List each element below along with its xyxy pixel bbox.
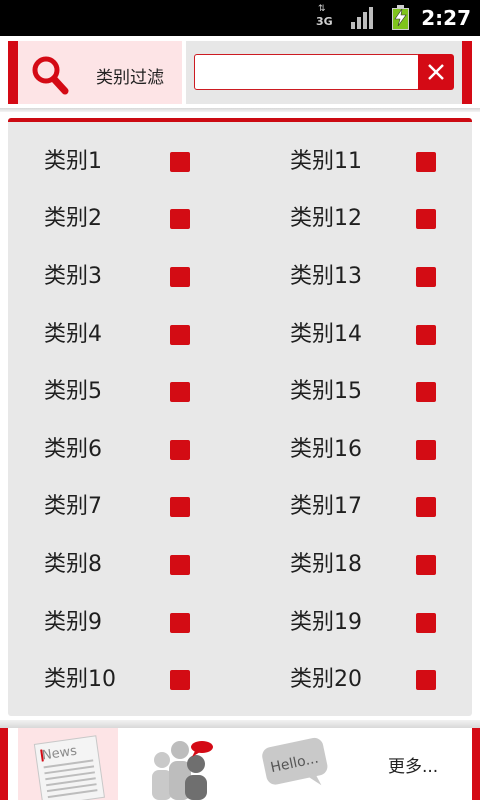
category-item[interactable]: 类别15: [290, 376, 480, 408]
nav-accent-left: [0, 728, 8, 800]
category-item[interactable]: 类别6: [44, 434, 244, 466]
category-label: 类别12: [290, 206, 362, 231]
category-label: 类别20: [290, 667, 362, 692]
category-label: 类别7: [44, 494, 102, 519]
category-checkbox[interactable]: [416, 497, 436, 517]
category-label: 类别13: [290, 264, 362, 289]
category-checkbox[interactable]: [170, 497, 190, 517]
category-checkbox[interactable]: [170, 267, 190, 287]
category-label: 类别15: [290, 379, 362, 404]
category-item[interactable]: 类别9: [44, 607, 244, 639]
category-item[interactable]: 类别18: [290, 549, 480, 581]
clear-button[interactable]: [418, 54, 454, 90]
network-type: 3G: [316, 15, 333, 28]
search-icon: [32, 56, 69, 95]
nav-accent-right: [472, 728, 480, 800]
newspaper-icon: News: [33, 735, 105, 800]
category-label: 类别5: [44, 379, 102, 404]
battery-charging-icon: [392, 5, 409, 30]
signal-strength-icon: [351, 7, 375, 29]
category-label: 类别1: [44, 149, 102, 174]
category-checkbox[interactable]: [170, 440, 190, 460]
category-item[interactable]: 类别20: [290, 664, 480, 696]
category-checkbox[interactable]: [416, 267, 436, 287]
category-checkbox[interactable]: [170, 325, 190, 345]
tab-more[interactable]: 更多...: [360, 728, 464, 800]
tab-community[interactable]: [132, 728, 228, 800]
category-item[interactable]: 类别8: [44, 549, 244, 581]
category-checkbox[interactable]: [170, 670, 190, 690]
category-label: 类别14: [290, 322, 362, 347]
category-checkbox[interactable]: [416, 152, 436, 172]
header-accent-right: [462, 41, 472, 104]
filter-header: 类别过滤: [0, 36, 480, 112]
filter-label: 类别过滤: [96, 68, 164, 88]
category-checkbox[interactable]: [170, 152, 190, 172]
category-item[interactable]: 类别11: [290, 146, 480, 178]
category-checkbox[interactable]: [416, 613, 436, 633]
tab-news[interactable]: News: [18, 728, 118, 800]
people-chat-icon: [152, 741, 213, 800]
category-checkbox[interactable]: [416, 670, 436, 690]
category-label: 类别17: [290, 494, 362, 519]
category-checkbox[interactable]: [170, 613, 190, 633]
category-label: 类别6: [44, 437, 102, 462]
category-item[interactable]: 类别7: [44, 491, 244, 523]
category-label: 类别3: [44, 264, 102, 289]
network-3g-icon: ⇅ 3G: [316, 4, 333, 28]
header-accent-left: [8, 41, 18, 104]
category-checkbox[interactable]: [170, 209, 190, 229]
category-label: 类别16: [290, 437, 362, 462]
category-checkbox[interactable]: [416, 440, 436, 460]
category-checkbox[interactable]: [416, 325, 436, 345]
more-label: 更多...: [388, 757, 439, 777]
category-checkbox[interactable]: [416, 555, 436, 575]
bottom-divider: [0, 720, 480, 728]
speech-bubble-icon: Hello...: [262, 737, 328, 786]
category-item[interactable]: 类别13: [290, 261, 480, 293]
tab-messages[interactable]: Hello...: [248, 728, 344, 800]
category-item[interactable]: 类别10: [44, 664, 244, 696]
category-label: 类别4: [44, 322, 102, 347]
status-bar: ⇅ 3G 2:27: [0, 0, 480, 36]
category-item[interactable]: 类别16: [290, 434, 480, 466]
header-divider: [0, 108, 480, 112]
category-checkbox[interactable]: [416, 382, 436, 402]
category-item[interactable]: 类别19: [290, 607, 480, 639]
category-item[interactable]: 类别1: [44, 146, 244, 178]
bottom-nav: News Hello... 更多...: [0, 728, 480, 800]
category-item[interactable]: 类别4: [44, 319, 244, 351]
category-item[interactable]: 类别12: [290, 203, 480, 235]
category-label: 类别18: [290, 552, 362, 577]
category-label: 类别9: [44, 610, 102, 635]
category-checkbox[interactable]: [170, 382, 190, 402]
category-label: 类别8: [44, 552, 102, 577]
category-label: 类别2: [44, 206, 102, 231]
category-item[interactable]: 类别5: [44, 376, 244, 408]
clock: 2:27: [421, 6, 471, 30]
search-box: [186, 41, 462, 104]
category-label: 类别11: [290, 149, 362, 174]
category-checkbox[interactable]: [170, 555, 190, 575]
category-checkbox[interactable]: [416, 209, 436, 229]
category-item[interactable]: 类别2: [44, 203, 244, 235]
close-icon: [428, 64, 444, 80]
category-label: 类别10: [44, 667, 116, 692]
category-item[interactable]: 类别17: [290, 491, 480, 523]
category-panel: 类别1 类别2 类别3 类别4 类别5 类别6 类别7 类别8 类别9 类别10…: [8, 118, 472, 716]
category-item[interactable]: 类别14: [290, 319, 480, 351]
category-filter-button[interactable]: 类别过滤: [18, 41, 182, 104]
category-label: 类别19: [290, 610, 362, 635]
filter-input[interactable]: [194, 54, 420, 90]
category-item[interactable]: 类别3: [44, 261, 244, 293]
